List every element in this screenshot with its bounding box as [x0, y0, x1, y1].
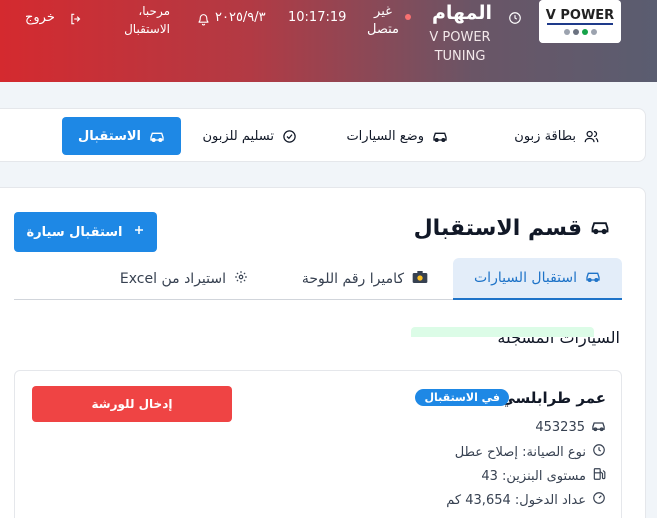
- current-time: 10:17:19: [288, 10, 347, 25]
- clock-icon: [592, 443, 606, 461]
- logout-button[interactable]: خروج: [25, 10, 55, 25]
- current-date: ٢٠٢٥/٩/٣: [215, 10, 266, 25]
- nav-item-car-status[interactable]: وضع السيارات: [332, 117, 462, 155]
- section-title: قسم الاستقبال: [414, 216, 610, 241]
- nav-item-delivery[interactable]: تسليم للزبون: [188, 117, 311, 155]
- bell-icon[interactable]: [197, 11, 210, 30]
- reception-card: قسم الاستقبال استقبال سيارة استقبال السي…: [0, 187, 646, 518]
- odometer-row: عداد الدخول: 43,654 كم: [446, 491, 606, 509]
- car-icon: [591, 419, 606, 436]
- enter-workshop-button[interactable]: إدخال للورشة: [32, 386, 232, 422]
- plate-row: 453235: [535, 419, 606, 436]
- status-badge: في الاستقبال: [415, 389, 509, 406]
- plus-icon: [133, 224, 145, 240]
- gauge-icon: [592, 491, 606, 509]
- gear-icon: [234, 270, 248, 288]
- clock-icon: [508, 10, 522, 29]
- nav-item-customer-card[interactable]: بطاقة زبون: [500, 117, 613, 155]
- tab-car-reception[interactable]: استقبال السيارات: [453, 258, 622, 300]
- check-circle-icon: [282, 129, 297, 144]
- green-strip: [411, 327, 594, 337]
- main-nav: بطاقة زبون وضع السيارات تسليم للزبون الا…: [0, 108, 646, 162]
- car-icon: [432, 129, 448, 143]
- company-logo: V POWER: [539, 0, 621, 43]
- reception-tabs: استقبال السيارات كاميرا رقم اللوحة استير…: [14, 258, 622, 300]
- fuel-level: مستوى البنزين: 43: [481, 468, 586, 484]
- maintenance-type: نوع الصيانة: إصلاح عطل: [454, 444, 586, 460]
- fuel-row: مستوى البنزين: 43: [481, 467, 606, 485]
- tab-excel-import[interactable]: استيراد من Excel: [104, 258, 264, 300]
- welcome-text: مرحبا، الاستقبال: [124, 4, 170, 36]
- plate-number: 453235: [535, 420, 585, 435]
- camera-icon: [412, 270, 428, 288]
- page-title: المهام: [432, 2, 492, 24]
- users-icon: [584, 129, 599, 144]
- car-icon: [149, 129, 165, 143]
- logout-icon[interactable]: [69, 11, 83, 30]
- car-icon: [585, 269, 601, 287]
- car-card: عمر طرابلسي في الاستقبال إدخال للورشة 45…: [14, 370, 622, 518]
- maintenance-row: نوع الصيانة: إصلاح عطل: [455, 443, 606, 461]
- add-car-button[interactable]: استقبال سيارة: [14, 212, 157, 252]
- odometer-value: عداد الدخول: 43,654 كم: [446, 492, 586, 508]
- company-name: V POWER TUNING: [429, 30, 491, 64]
- fuel-pump-icon: [592, 467, 606, 485]
- owner-name: عمر طرابلسي: [500, 389, 606, 407]
- top-header: V POWER المهام V POWER TUNING غير متصل 1…: [0, 0, 657, 82]
- svg-text:V POWER: V POWER: [546, 8, 614, 23]
- tab-plate-camera[interactable]: كاميرا رقم اللوحة: [286, 258, 444, 300]
- nav-item-reception[interactable]: الاستقبال: [61, 117, 181, 155]
- car-icon: [590, 216, 610, 241]
- connection-status: غير متصل: [366, 4, 399, 37]
